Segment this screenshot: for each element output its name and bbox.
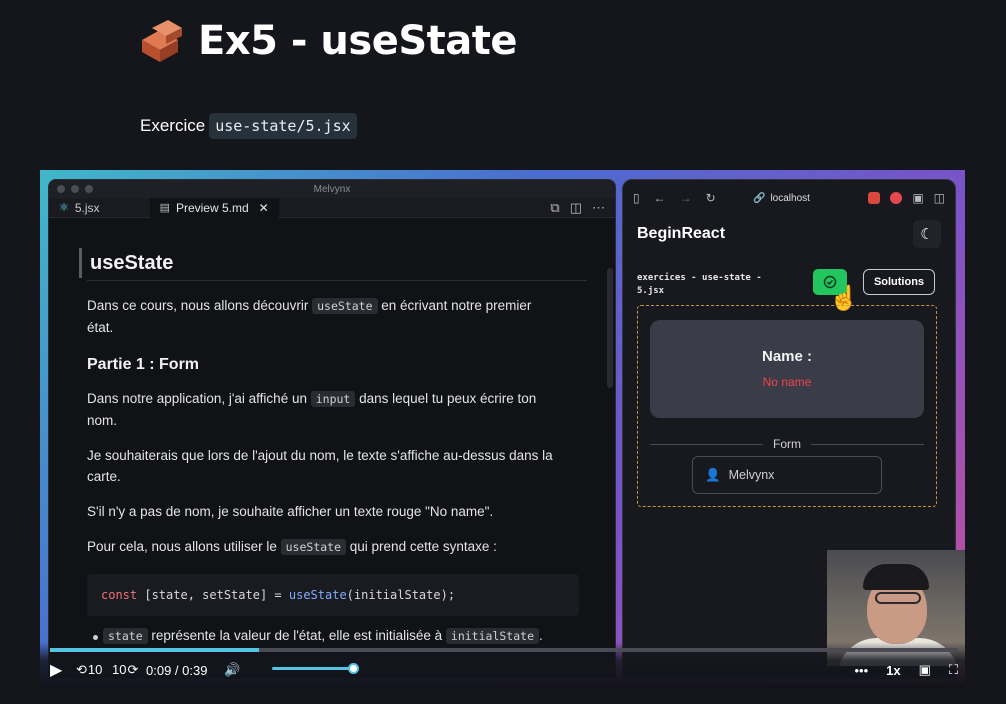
- md-paragraph: Dans ce cours, nous allons découvrir use…: [87, 298, 532, 335]
- play-icon[interactable]: ▶: [50, 660, 76, 680]
- card-label: Name :: [761, 348, 813, 365]
- md-paragraph: Dans notre application, j'ai affiché un …: [87, 391, 537, 428]
- md-paragraph: Pour cela, nous allons utiliser le useSt…: [87, 539, 497, 555]
- divider-label: Form: [773, 437, 801, 451]
- list-item: state représente la valeur de l'état, el…: [79, 628, 585, 644]
- editor-tabs: ⚛ 5.jsx ▤ Preview 5.md ✕ ⧉ ◫ ⋯: [49, 197, 615, 218]
- tab-preview-5-md[interactable]: ▤ Preview 5.md ✕: [149, 197, 279, 218]
- exercise-preview-area: Name : No name Form 👤 Melvynx: [637, 305, 937, 507]
- editor-window-title: Melvynx: [313, 183, 351, 195]
- tab-5-jsx[interactable]: ⚛ 5.jsx: [49, 198, 110, 218]
- person-cap: [863, 564, 929, 590]
- time-display: 0:09 / 0:39: [146, 662, 208, 678]
- input-value: Melvynx: [728, 468, 775, 482]
- video-controls: ▶ ⟲ 10 10 ⟳ 0:09 / 0:39 🔊 ••• 1x ▣ ⛶: [40, 642, 965, 688]
- sidebar-toggle-icon[interactable]: ▯: [633, 191, 640, 205]
- url-text: localhost: [770, 192, 810, 204]
- split-editor-icon[interactable]: ◫: [570, 200, 582, 216]
- more-actions-icon[interactable]: ⋯: [592, 200, 605, 216]
- form-divider: Form: [650, 437, 924, 451]
- exercise-name: exercices - use-state - 5.jsx: [637, 273, 762, 296]
- app-header: BeginReact ☾: [623, 216, 955, 252]
- rewind-icon: ⟲: [76, 662, 87, 677]
- reload-icon[interactable]: ↻: [706, 191, 716, 205]
- page-title: Ex5 - useState: [138, 18, 518, 64]
- tabs-icon[interactable]: ◫: [934, 191, 945, 205]
- open-source-icon[interactable]: ⧉: [550, 200, 559, 216]
- close-icon[interactable]: ✕: [259, 201, 269, 215]
- inline-code: useState: [312, 298, 378, 314]
- code-block: const [state, setState] = useState(initi…: [87, 574, 579, 616]
- link-icon: 🔗: [753, 192, 766, 204]
- editor-titlebar: Melvynx: [49, 180, 615, 198]
- md-rule: [87, 280, 587, 281]
- volume-knob[interactable]: [348, 663, 359, 674]
- reader-icon[interactable]: ▣: [912, 191, 923, 205]
- brand-logo[interactable]: BeginReact: [637, 225, 725, 243]
- forward-arrow-icon[interactable]: →: [680, 191, 692, 205]
- md-paragraph: S'il n'y a pas de nom, je souhaite affic…: [87, 504, 494, 519]
- back-arrow-icon[interactable]: ←: [654, 191, 666, 205]
- moon-icon[interactable]: ☾: [913, 220, 941, 248]
- md-paragraph: Je souhaiterais que lors de l'ajout du n…: [87, 448, 553, 484]
- fullscreen-icon[interactable]: ⛶: [949, 662, 958, 678]
- extension-icon[interactable]: [868, 192, 881, 204]
- volume-slider[interactable]: [272, 663, 359, 674]
- video-player[interactable]: Melvynx ⚛ 5.jsx ▤ Preview 5.md ✕ ⧉ ◫ ⋯ u…: [40, 170, 965, 688]
- markdown-preview: useState Dans ce cours, nous allons déco…: [49, 248, 615, 678]
- subtitle-file-code: use-state/5.jsx: [209, 113, 357, 139]
- speed-button[interactable]: 1x: [886, 663, 900, 678]
- person-glasses: [875, 592, 921, 604]
- tab-label: 5.jsx: [74, 200, 100, 215]
- more-options-button[interactable]: •••: [854, 663, 868, 678]
- address-bar[interactable]: 🔗 localhost: [753, 193, 810, 204]
- solutions-button[interactable]: Solutions: [863, 269, 935, 295]
- exercise-subtitle: Exercice use-state/5.jsx: [140, 113, 357, 139]
- title-text: Ex5 - useState: [198, 18, 518, 64]
- forward-button[interactable]: 10 ⟳: [112, 662, 146, 678]
- preview-icon: ▤: [159, 202, 170, 214]
- md-heading: useState: [79, 248, 585, 278]
- rewind-button[interactable]: ⟲ 10: [76, 662, 112, 678]
- subtitle-prefix: Exercice: [140, 116, 206, 135]
- page: Ex5 - useState Exercice use-state/5.jsx …: [0, 0, 1006, 704]
- progress-fill: [50, 648, 259, 652]
- volume-icon[interactable]: 🔊: [224, 662, 240, 678]
- name-input[interactable]: 👤 Melvynx: [692, 456, 882, 494]
- user-icon: 👤: [705, 467, 721, 482]
- progress-bar[interactable]: [50, 648, 958, 652]
- inline-code: input: [310, 391, 356, 407]
- inline-code: useState: [280, 539, 347, 555]
- pip-icon[interactable]: ▣: [919, 662, 931, 678]
- name-card: Name : No name: [650, 320, 924, 418]
- react-icon: ⚛: [59, 202, 69, 214]
- forward-icon: ⟳: [127, 662, 139, 677]
- browser-toolbar: ▯ ← → ↻ 🔗 localhost ▣ ◫: [623, 180, 955, 216]
- card-value: No name: [762, 375, 812, 389]
- tab-label: Preview 5.md: [175, 200, 249, 215]
- md-subheading: Partie 1 : Form: [87, 356, 200, 373]
- extension-icon[interactable]: [890, 192, 903, 204]
- editor-scrollbar[interactable]: [607, 268, 613, 388]
- code-editor-window: Melvynx ⚛ 5.jsx ▤ Preview 5.md ✕ ⧉ ◫ ⋯ u…: [48, 179, 616, 679]
- brick-icon: [138, 18, 184, 64]
